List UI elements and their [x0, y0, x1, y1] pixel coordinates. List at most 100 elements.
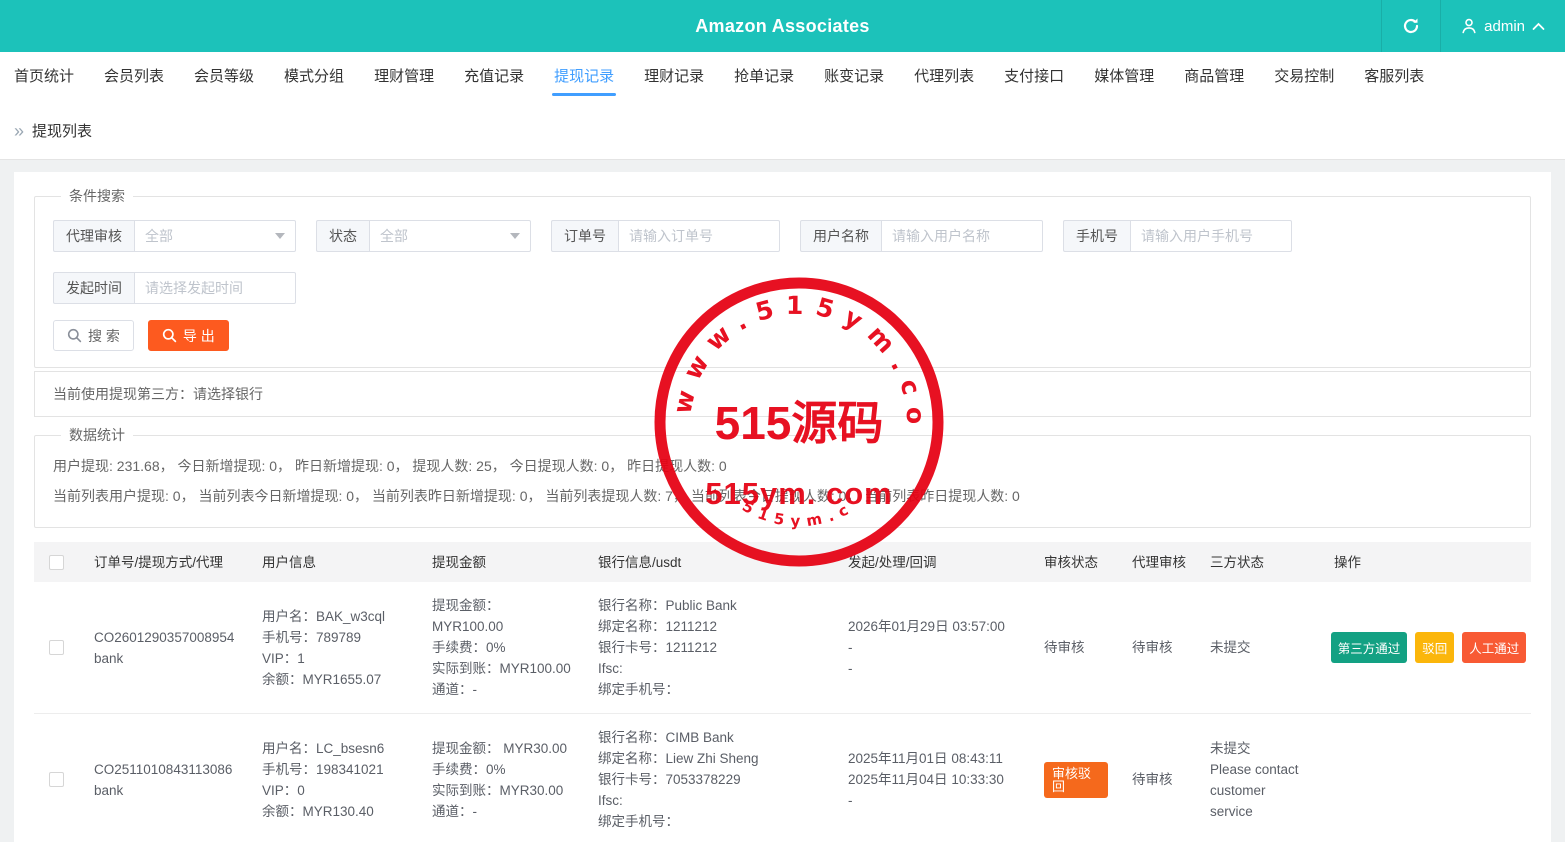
- nav-tab-5[interactable]: 充值记录: [464, 52, 524, 102]
- order-cell: CO2511010843113086bank: [78, 714, 246, 842]
- third-status-cell: 未提交: [1194, 582, 1318, 713]
- stats-line-1: 用户提现: 231.68， 今日新增提现: 0， 昨日新增提现: 0， 提现人数…: [53, 451, 1512, 481]
- search-fieldset: 条件搜索 代理审核全部状态全部订单号用户名称手机号发起时间 搜 索: [34, 186, 1531, 368]
- export-button-label: 导 出: [183, 326, 215, 346]
- header-cell-7: 三方状态: [1194, 542, 1318, 582]
- header-cell-6: 代理审核: [1116, 542, 1194, 582]
- row-checkbox-cell: [34, 714, 78, 842]
- search-field-input[interactable]: [1130, 220, 1292, 252]
- chevron-down-icon: [275, 233, 285, 239]
- action-button-1[interactable]: 驳回: [1415, 632, 1454, 663]
- nav-tab-1[interactable]: 会员列表: [104, 52, 164, 102]
- search-legend: 条件搜索: [61, 186, 133, 206]
- nav-tab-11[interactable]: 支付接口: [1004, 52, 1064, 102]
- search-field-label: 用户名称: [800, 220, 881, 252]
- select-all-checkbox[interactable]: [49, 555, 64, 570]
- row-checkbox[interactable]: [49, 640, 64, 655]
- search-button-label: 搜 索: [88, 326, 120, 346]
- audit-status-cell: 审核驳回: [1028, 714, 1116, 842]
- main-area: 条件搜索 代理审核全部状态全部订单号用户名称手机号发起时间 搜 索: [0, 160, 1565, 842]
- search-field-input[interactable]: [618, 220, 780, 252]
- search-field-3: 用户名称: [800, 220, 1043, 252]
- third-status-cell: 未提交Please contact customer service: [1194, 714, 1318, 842]
- user-menu[interactable]: admin: [1440, 0, 1565, 52]
- nav-tab-4[interactable]: 理财管理: [374, 52, 434, 102]
- content-panel: 条件搜索 代理审核全部状态全部订单号用户名称手机号发起时间 搜 索: [14, 172, 1551, 842]
- chevron-down-icon: [510, 233, 520, 239]
- user-icon: [1461, 18, 1477, 34]
- stats-fieldset: 数据统计 用户提现: 231.68， 今日新增提现: 0， 昨日新增提现: 0，…: [34, 425, 1531, 528]
- action-button-2[interactable]: 人工通过: [1462, 632, 1526, 663]
- refresh-button[interactable]: [1381, 0, 1440, 52]
- search-field-1: 状态全部: [316, 220, 531, 252]
- search-field-label: 代理审核: [53, 220, 134, 252]
- action-button-0[interactable]: 第三方通过: [1331, 632, 1408, 663]
- select-value: 全部: [145, 226, 173, 246]
- table-body: CO2601290357008954bank用户名：BAK_w3cql手机号：7…: [34, 582, 1531, 842]
- user-info-cell: 用户名：BAK_w3cql手机号：789789VIP：1余额：MYR1655.0…: [246, 582, 416, 713]
- withdraw-table: 订单号/提现方式/代理用户信息提现金额银行信息/usdt发起/处理/回调审核状态…: [34, 542, 1531, 842]
- audit-status-cell: 待审核: [1028, 582, 1116, 713]
- times-cell: 2025年11月01日 08:43:112025年11月04日 10:33:30…: [832, 714, 1028, 842]
- nav-tab-12[interactable]: 媒体管理: [1094, 52, 1154, 102]
- breadcrumb-label: 提现列表: [32, 120, 92, 141]
- nav-tab-0[interactable]: 首页统计: [14, 52, 74, 102]
- username: admin: [1484, 18, 1525, 35]
- nav-tab-6[interactable]: 提现记录: [554, 52, 614, 102]
- third-party-notice: 当前使用提现第三方：请选择银行: [34, 371, 1531, 417]
- export-icon: [162, 328, 177, 343]
- export-button[interactable]: 导 出: [148, 320, 229, 351]
- actions-cell: [1318, 714, 1531, 842]
- amount-cell: 提现金额： MYR100.00手续费：0%实际到账：MYR100.00通道：-: [416, 582, 582, 713]
- agent-audit-cell: 待审核: [1116, 582, 1194, 713]
- refresh-icon: [1402, 17, 1420, 35]
- table-header: 订单号/提现方式/代理用户信息提现金额银行信息/usdt发起/处理/回调审核状态…: [34, 542, 1531, 582]
- times-cell: 2026年01月29日 03:57:00--: [832, 582, 1028, 713]
- row-checkbox[interactable]: [49, 772, 64, 787]
- nav-tab-9[interactable]: 账变记录: [824, 52, 884, 102]
- actions-cell: 第三方通过驳回人工通过: [1318, 582, 1531, 713]
- search-icon: [67, 328, 82, 343]
- header-cell-1: 用户信息: [246, 542, 416, 582]
- search-field-label: 手机号: [1063, 220, 1130, 252]
- nav-tab-8[interactable]: 抢单记录: [734, 52, 794, 102]
- stats-line-2: 当前列表用户提现: 0， 当前列表今日新增提现: 0， 当前列表昨日新增提现: …: [53, 481, 1512, 511]
- bank-info-cell: 银行名称：Public Bank绑定名称：1211212银行卡号：1211212…: [582, 582, 832, 713]
- audit-status-badge: 审核驳回: [1044, 762, 1108, 798]
- app-title: Amazon Associates: [695, 16, 870, 37]
- search-field-input[interactable]: [134, 272, 296, 304]
- nav-tab-3[interactable]: 模式分组: [284, 52, 344, 102]
- header-cell-0: 订单号/提现方式/代理: [78, 542, 246, 582]
- nav-tab-14[interactable]: 交易控制: [1274, 52, 1334, 102]
- nav-tab-13[interactable]: 商品管理: [1184, 52, 1244, 102]
- nav-tab-15[interactable]: 客服列表: [1364, 52, 1424, 102]
- user-info-cell: 用户名：LC_bsesn6手机号：198341021VIP：0余额：MYR130…: [246, 714, 416, 842]
- nav-tab-2[interactable]: 会员等级: [194, 52, 254, 102]
- nav-tab-10[interactable]: 代理列表: [914, 52, 974, 102]
- order-cell: CO2601290357008954bank: [78, 582, 246, 713]
- header-cell-8: 操作: [1318, 542, 1531, 582]
- table-row: CO2511010843113086bank用户名：LC_bsesn6手机号：1…: [34, 714, 1531, 842]
- search-button[interactable]: 搜 索: [53, 320, 134, 351]
- search-field-label: 发起时间: [53, 272, 134, 304]
- search-field-input[interactable]: [881, 220, 1043, 252]
- app-header: Amazon Associates admin: [0, 0, 1565, 52]
- nav-tabs: 首页统计会员列表会员等级模式分组理财管理充值记录提现记录理财记录抢单记录账变记录…: [0, 52, 1565, 102]
- breadcrumb: » 提现列表: [0, 102, 1565, 160]
- bank-info-cell: 银行名称：CIMB Bank绑定名称：Liew Zhi Sheng银行卡号：70…: [582, 714, 832, 842]
- search-field-label: 订单号: [551, 220, 618, 252]
- header-cell-4: 发起/处理/回调: [832, 542, 1028, 582]
- agent-audit-cell: 待审核: [1116, 714, 1194, 842]
- search-field-select[interactable]: 全部: [369, 220, 531, 252]
- header-cell-5: 审核状态: [1028, 542, 1116, 582]
- nav-tab-7[interactable]: 理财记录: [644, 52, 704, 102]
- chevron-up-icon: [1532, 22, 1545, 31]
- breadcrumb-chevrons-icon: »: [14, 122, 24, 140]
- amount-cell: 提现金额： MYR30.00手续费：0%实际到账：MYR30.00通道：-: [416, 714, 582, 842]
- select-value: 全部: [380, 226, 408, 246]
- header-cell-2: 提现金额: [416, 542, 582, 582]
- search-field-4: 手机号: [1063, 220, 1292, 252]
- search-field-select[interactable]: 全部: [134, 220, 296, 252]
- search-field-2: 订单号: [551, 220, 780, 252]
- stats-legend: 数据统计: [61, 425, 133, 445]
